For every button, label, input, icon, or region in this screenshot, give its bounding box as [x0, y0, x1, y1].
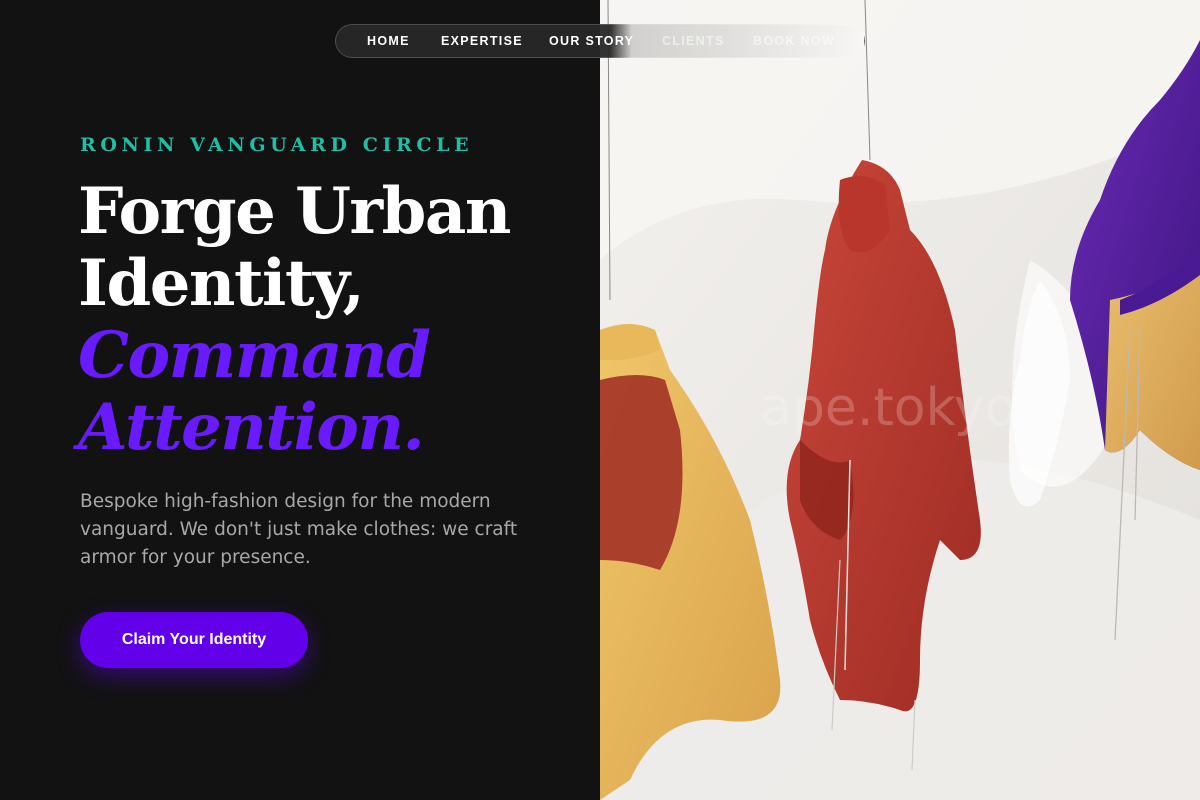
headline-line-1: Forge Urban — [78, 174, 511, 249]
nav-item-our-story[interactable]: OUR STORY — [549, 24, 634, 58]
main-nav: HOME EXPERTISE OUR STORY CLIENTS BOOK NO… — [335, 24, 865, 58]
page: ape.tokyo HOME EXPERTISE OUR STORY CLIEN… — [0, 0, 1200, 800]
headline-line-2: Identity, — [78, 246, 365, 321]
nav-item-expertise[interactable]: EXPERTISE — [441, 24, 523, 58]
headline-accent-line-1: Command — [78, 318, 431, 393]
claim-identity-button[interactable]: Claim Your Identity — [80, 612, 308, 668]
nav-item-book-now[interactable]: BOOK NOW — [753, 24, 835, 58]
nav-item-clients[interactable]: CLIENTS — [662, 24, 725, 58]
hero-eyebrow: RONIN VANGUARD CIRCLE — [80, 134, 474, 156]
image-watermark: ape.tokyo — [760, 378, 1017, 438]
hero-headline: Forge Urban Identity, Command Attention. — [78, 174, 511, 465]
hero-description: Bespoke high-fashion design for the mode… — [80, 491, 518, 568]
nav-item-home[interactable]: HOME — [367, 24, 410, 58]
headline-accent-line-2: Attention. — [78, 390, 425, 465]
